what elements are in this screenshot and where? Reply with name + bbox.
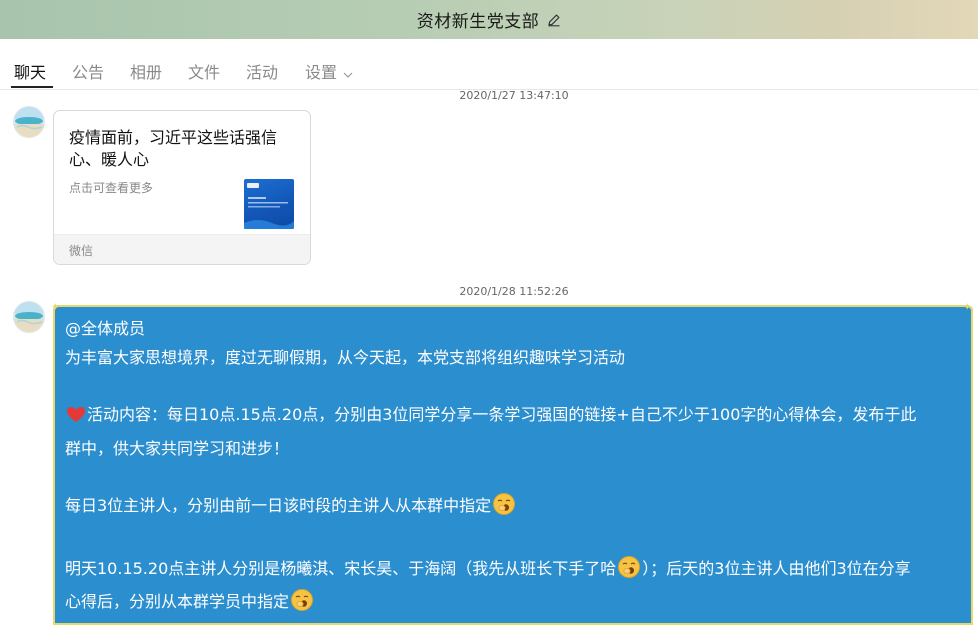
yawning-face-emoji (290, 588, 314, 622)
red-heart-emoji (66, 405, 86, 435)
avatar[interactable] (13, 106, 45, 138)
message-line-text: 明天10.15.20点主讲人分别是杨曦淇、宋长昊、于海阔（我先从班长下手了哈 (65, 558, 617, 578)
tab-bar: 聊天 公告 相册 文件 活动 设置 (0, 39, 978, 90)
shared-link-card[interactable]: 疫情面前，习近平这些话强信心、暖人心 点击可查看更多 微信 (53, 110, 311, 265)
tab-chat[interactable]: 聊天 (14, 59, 46, 83)
chevron-down-icon (343, 64, 353, 83)
message-line: 明天10.15.20点主讲人分别是杨曦淇、宋长昊、于海阔（我先从班长下手了哈 ）；… (65, 555, 965, 589)
message-line: @全体成员 (65, 319, 146, 338)
message-line: 心得后，分别从本群学员中指定 (65, 588, 965, 622)
sparkle-icon: ✦ (51, 302, 60, 313)
sparkle-icon: ✦ (963, 302, 972, 313)
tab-settings-label: 设置 (305, 63, 338, 82)
tab-activity[interactable]: 活动 (246, 59, 278, 83)
message-timestamp: 2020/1/27 13:47:10 (459, 89, 569, 102)
message-line: 每日3位主讲人，分别由前一日该时段的主讲人从本群中指定 (65, 492, 965, 526)
card-footer: 微信 (54, 234, 310, 264)
message-bubble[interactable]: ✦ ✦ @全体成员 为丰富大家思想境界，度过无聊假期，从今天起，本党支部将组织趣… (51, 302, 973, 625)
tab-settings[interactable]: 设置 (305, 59, 353, 83)
message-line-text: 心得后，分别从本群学员中指定 (65, 592, 290, 612)
message-timestamp: 2020/1/28 11:52:26 (459, 285, 569, 298)
yawning-face-emoji (617, 555, 641, 589)
card-subtitle: 点击可查看更多 (69, 181, 154, 195)
group-title: 资材新生党支部 (416, 12, 540, 31)
tab-album[interactable]: 相册 (130, 59, 162, 83)
yawning-face-emoji (492, 492, 516, 526)
message-line-text: 每日3位主讲人，分别由前一日该时段的主讲人从本群中指定 (65, 496, 492, 516)
message-line: 群中，供大家共同学习和进步！ (65, 438, 290, 458)
card-title: 疫情面前，习近平这些话强信心、暖人心 (69, 128, 278, 169)
pencil-icon[interactable] (547, 13, 561, 27)
message-line: 活动内容：每日10点.15点.20点，分别由3位同学分享一条学习强国的链接+自己… (65, 401, 965, 435)
card-thumbnail (244, 179, 294, 229)
card-source: 微信 (69, 244, 94, 258)
message-line-text: ）；后天的3位主讲人由他们3位在分享 (642, 558, 911, 578)
message-line: 为丰富大家思想境界，度过无聊假期，从今天起，本党支部将组织趣味学习活动 (65, 347, 626, 367)
message-text: @全体成员 为丰富大家思想境界，度过无聊假期，从今天起，本党支部将组织趣味学习活… (65, 315, 965, 622)
tab-announcement[interactable]: 公告 (72, 59, 104, 83)
chat-title-bar: 资材新生党支部 (0, 0, 978, 39)
tab-files[interactable]: 文件 (188, 59, 220, 83)
active-tab-indicator (11, 86, 53, 88)
message-line-text: 活动内容：每日10点.15点.20点，分别由3位同学分享一条学习强国的链接+自己… (87, 405, 917, 425)
avatar[interactable] (13, 301, 45, 333)
